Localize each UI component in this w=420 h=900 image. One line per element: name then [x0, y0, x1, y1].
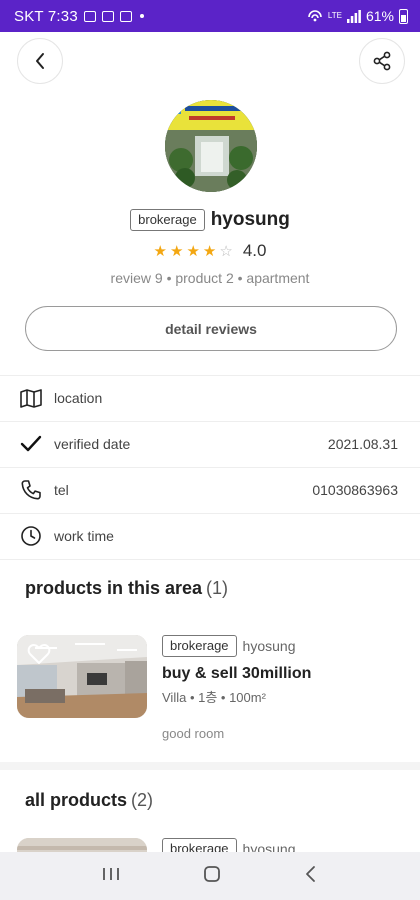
info-row-tel[interactable]: tel 01030863963 [0, 467, 420, 513]
detail-reviews-button[interactable]: detail reviews [25, 306, 397, 351]
divider [0, 559, 420, 560]
home-icon [204, 865, 220, 882]
info-value: 2021.08.31 [327, 436, 398, 452]
star-icon: ★ [186, 243, 200, 260]
youtube-notification-icon [101, 10, 114, 22]
product-description: good room [162, 726, 225, 741]
star-empty-icon: ☆ [219, 243, 233, 260]
product-photo [17, 838, 147, 852]
product-card[interactable]: brokerage hyosung buy & sell 30million V… [17, 635, 407, 741]
product-agent-tag: brokerage [162, 635, 237, 657]
section-title-text: all products [25, 790, 128, 810]
system-back-icon [306, 865, 316, 882]
product-agent-tag: brokerage [162, 838, 237, 852]
status-time: SKT 7:33 [14, 7, 78, 25]
network-type: LTE [327, 11, 342, 20]
map-icon [20, 387, 42, 409]
chevron-left-icon [36, 53, 44, 69]
product-tag-row: brokerage hyosung [162, 635, 402, 657]
gallery-notification-icon [83, 10, 96, 22]
star-icon: ★ [153, 243, 167, 260]
agent-name-row: brokerage hyosung [0, 209, 420, 231]
storefront-photo [165, 100, 257, 192]
system-back-button[interactable] [304, 865, 318, 888]
section-title-text: products in this area [25, 578, 203, 598]
info-label: work time [54, 528, 114, 544]
recent-apps-button[interactable] [102, 866, 120, 887]
section-title-area-products: products in this area (1) [25, 578, 228, 599]
product-thumbnail[interactable] [17, 838, 147, 852]
info-row-location[interactable]: location [0, 375, 420, 421]
battery-percent: 61% [365, 8, 394, 24]
clock-icon [20, 525, 42, 547]
info-label: location [54, 390, 103, 406]
share-icon [373, 51, 391, 71]
hotspot-icon [308, 10, 322, 22]
star-icon: ★ [170, 243, 184, 260]
check-icon [20, 433, 42, 455]
agent-type-tag: brokerage [130, 209, 205, 231]
product-info: brokerage hyosung buy & sell 30million V… [162, 635, 402, 741]
section-count: (1) [206, 578, 229, 598]
product-card[interactable]: brokerage hyosung [17, 838, 407, 852]
star-rating: ★ ★ ★ ★ ☆ [154, 242, 233, 260]
section-divider [0, 762, 420, 770]
star-icon: ★ [202, 243, 217, 260]
battery-icon [399, 8, 408, 24]
product-agent-name: hyosung [242, 841, 296, 852]
info-label: tel [54, 482, 69, 498]
home-button[interactable] [203, 865, 221, 888]
info-row-work-time: work time [0, 513, 420, 559]
signal-icon [346, 9, 361, 23]
product-title: buy & sell 30million [162, 665, 312, 682]
agent-name: hyosung [210, 209, 290, 230]
back-button[interactable] [17, 38, 63, 84]
status-bar: SKT 7:33 LTE 61% [0, 0, 420, 32]
rating-row: ★ ★ ★ ★ ☆ 4.0 [0, 241, 420, 261]
agent-avatar [165, 100, 257, 192]
product-tag-row: brokerage hyosung [162, 838, 402, 852]
rating-value: 4.0 [242, 241, 267, 260]
info-row-verified-date: verified date 2021.08.31 [0, 421, 420, 467]
more-notifications-icon [139, 14, 144, 18]
product-agent-name: hyosung [242, 638, 296, 654]
product-thumbnail[interactable] [17, 635, 147, 718]
info-label: verified date [54, 436, 131, 452]
product-details: Villa • 1층 • 100m² [162, 690, 266, 705]
share-button[interactable] [359, 38, 405, 84]
section-count: (2) [131, 790, 154, 810]
agent-meta: review 9 • product 2 • apartment [110, 270, 310, 286]
heart-icon[interactable] [27, 643, 51, 665]
recent-apps-icon [102, 867, 119, 880]
phone-icon [20, 479, 42, 501]
system-navigation-bar [0, 852, 420, 900]
info-value[interactable]: 01030863963 [312, 482, 398, 498]
product-info: brokerage hyosung [162, 838, 402, 852]
mail-notification-icon [119, 10, 132, 22]
section-title-all-products: all products (2) [25, 790, 153, 811]
